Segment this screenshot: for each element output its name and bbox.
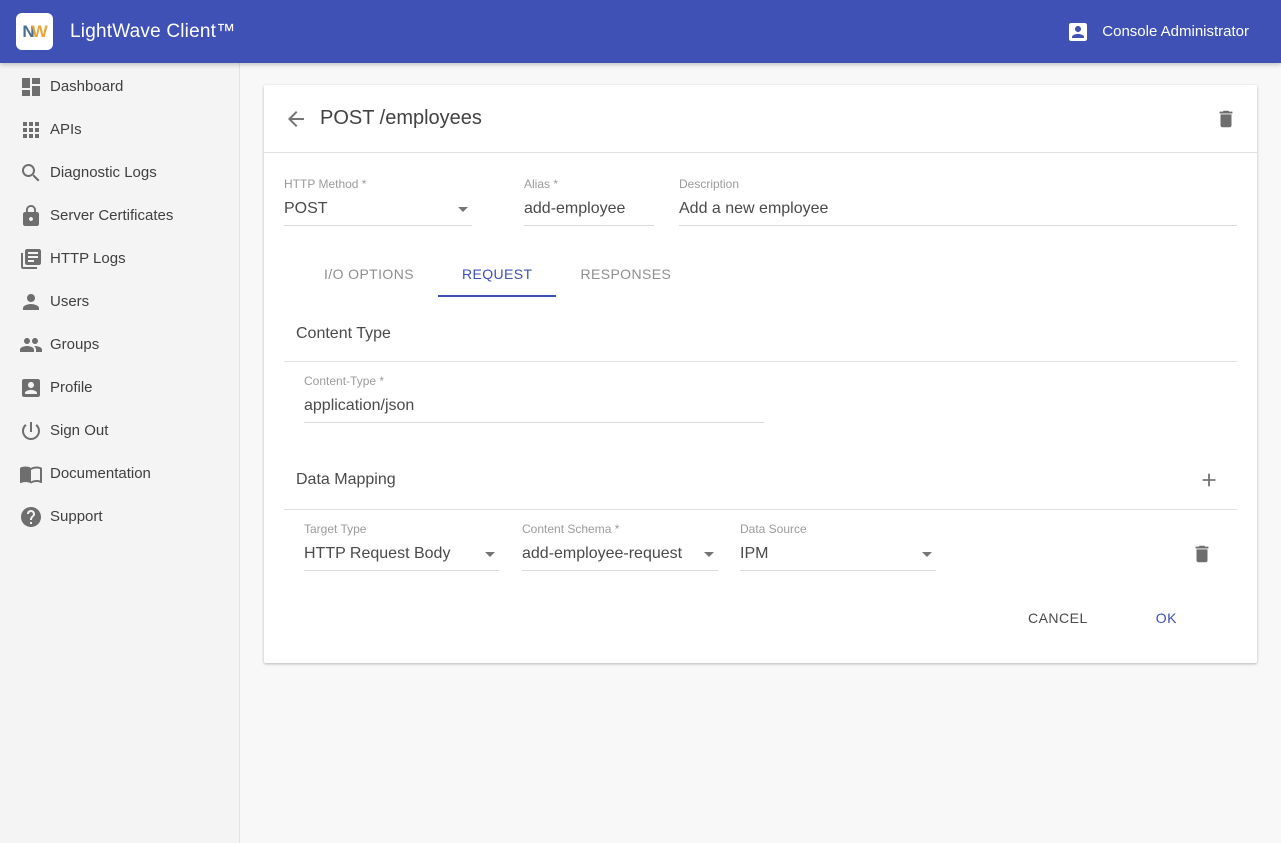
description-value: Add a new employee bbox=[679, 200, 828, 218]
data-source-label: Data Source bbox=[740, 522, 936, 536]
sidebar-item-label: Support bbox=[50, 508, 103, 525]
section-divider bbox=[284, 361, 1237, 362]
content-type-heading: Content Type bbox=[296, 325, 391, 343]
delete-endpoint-icon[interactable] bbox=[1215, 108, 1237, 130]
apps-grid-icon bbox=[19, 118, 43, 142]
sidebar-nav: Dashboard APIs Diagnostic Logs Server Ce… bbox=[0, 63, 240, 843]
cancel-button[interactable]: CANCEL bbox=[1012, 601, 1104, 635]
back-arrow-icon[interactable] bbox=[284, 107, 308, 131]
sidebar-item-label: Profile bbox=[50, 379, 93, 396]
alias-field[interactable]: Alias * add-employee bbox=[524, 177, 654, 226]
tab-responses[interactable]: RESPONSES bbox=[556, 252, 695, 297]
content-schema-select[interactable]: Content Schema * add-employee-request bbox=[522, 522, 718, 571]
chevron-down-icon bbox=[485, 552, 495, 557]
sidebar-item-label: Sign Out bbox=[50, 422, 108, 439]
user-name: Console Administrator bbox=[1102, 23, 1249, 40]
content-type-field[interactable]: Content-Type * application/json bbox=[304, 374, 764, 423]
content-schema-value: add-employee-request bbox=[522, 545, 682, 563]
content-type-section-header: Content Type bbox=[296, 325, 1237, 343]
dashboard-icon bbox=[19, 75, 43, 99]
add-mapping-icon[interactable] bbox=[1198, 469, 1220, 491]
content-type-label: Content-Type * bbox=[304, 374, 764, 388]
search-icon bbox=[19, 161, 43, 185]
sidebar-item-label: HTTP Logs bbox=[50, 250, 126, 267]
content-type-value: application/json bbox=[304, 397, 414, 415]
brand-logo: NW bbox=[16, 13, 53, 50]
app-title: LightWave Client™ bbox=[70, 21, 235, 43]
description-label: Description bbox=[679, 177, 1237, 191]
alias-label: Alias * bbox=[524, 177, 654, 191]
power-icon bbox=[19, 419, 43, 443]
sidebar-item-label: Documentation bbox=[50, 465, 151, 482]
chevron-down-icon bbox=[704, 552, 714, 557]
sidebar-item-label: Server Certificates bbox=[50, 207, 173, 224]
sidebar-item-label: APIs bbox=[50, 121, 82, 138]
endpoint-form-row: HTTP Method * POST Alias * add-employee bbox=[284, 177, 1237, 226]
tab-request[interactable]: REQUEST bbox=[438, 252, 556, 297]
open-book-icon bbox=[19, 462, 43, 486]
person-icon bbox=[19, 290, 43, 314]
data-mapping-section-header: Data Mapping bbox=[296, 469, 1237, 491]
http-method-label: HTTP Method * bbox=[284, 177, 472, 191]
target-type-label: Target Type bbox=[304, 522, 499, 536]
sidebar-item-support[interactable]: Support bbox=[0, 495, 239, 538]
sidebar-item-server-certificates[interactable]: Server Certificates bbox=[0, 194, 239, 237]
target-type-select[interactable]: Target Type HTTP Request Body bbox=[304, 522, 499, 571]
app-bar: NW LightWave Client™ Console Administrat… bbox=[0, 0, 1281, 63]
account-box-icon bbox=[1066, 20, 1090, 44]
chevron-down-icon bbox=[458, 207, 468, 212]
http-method-select[interactable]: HTTP Method * POST bbox=[284, 177, 472, 226]
account-box-icon bbox=[19, 376, 43, 400]
logo-letter-w: W bbox=[32, 22, 47, 42]
card-header: POST /employees bbox=[264, 85, 1257, 152]
tab-label: RESPONSES bbox=[580, 266, 671, 282]
sidebar-item-label: Users bbox=[50, 293, 89, 310]
http-method-value: POST bbox=[284, 200, 328, 218]
target-type-value: HTTP Request Body bbox=[304, 545, 450, 563]
alias-value: add-employee bbox=[524, 200, 625, 218]
sidebar-item-label: Diagnostic Logs bbox=[50, 164, 157, 181]
sidebar-item-apis[interactable]: APIs bbox=[0, 108, 239, 151]
tab-bar: I/O OPTIONS REQUEST RESPONSES bbox=[300, 252, 1237, 297]
description-field[interactable]: Description Add a new employee bbox=[679, 177, 1237, 226]
data-source-value: IPM bbox=[740, 545, 768, 563]
delete-mapping-icon[interactable] bbox=[1191, 543, 1213, 565]
lock-icon bbox=[19, 204, 43, 228]
tab-label: REQUEST bbox=[462, 266, 532, 282]
sidebar-item-label: Groups bbox=[50, 336, 99, 353]
sidebar-item-profile[interactable]: Profile bbox=[0, 366, 239, 409]
endpoint-card: POST /employees HTTP Method * POST bbox=[264, 85, 1257, 663]
data-source-select[interactable]: Data Source IPM bbox=[740, 522, 936, 571]
sidebar-item-http-logs[interactable]: HTTP Logs bbox=[0, 237, 239, 280]
data-mapping-heading: Data Mapping bbox=[296, 471, 396, 489]
main-content: POST /employees HTTP Method * POST bbox=[240, 63, 1281, 843]
sidebar-item-diagnostic-logs[interactable]: Diagnostic Logs bbox=[0, 151, 239, 194]
sidebar-item-label: Dashboard bbox=[50, 78, 123, 95]
help-icon bbox=[19, 505, 43, 529]
app-window: NW LightWave Client™ Console Administrat… bbox=[0, 0, 1281, 843]
logs-icon bbox=[19, 247, 43, 271]
sidebar-item-sign-out[interactable]: Sign Out bbox=[0, 409, 239, 452]
sidebar-item-users[interactable]: Users bbox=[0, 280, 239, 323]
form-actions: CANCEL OK bbox=[284, 601, 1237, 663]
user-menu[interactable]: Console Administrator bbox=[1066, 20, 1281, 44]
ok-button[interactable]: OK bbox=[1140, 601, 1193, 635]
sidebar-item-dashboard[interactable]: Dashboard bbox=[0, 65, 239, 108]
data-mapping-row: Target Type HTTP Request Body Content Sc… bbox=[304, 522, 1237, 571]
sidebar-item-groups[interactable]: Groups bbox=[0, 323, 239, 366]
people-icon bbox=[19, 333, 43, 357]
content-schema-label: Content Schema * bbox=[522, 522, 718, 536]
sidebar-item-documentation[interactable]: Documentation bbox=[0, 452, 239, 495]
tab-label: I/O OPTIONS bbox=[324, 266, 414, 282]
section-divider bbox=[284, 509, 1237, 510]
page-title: POST /employees bbox=[320, 107, 482, 130]
chevron-down-icon bbox=[922, 552, 932, 557]
tab-io-options[interactable]: I/O OPTIONS bbox=[300, 252, 438, 297]
